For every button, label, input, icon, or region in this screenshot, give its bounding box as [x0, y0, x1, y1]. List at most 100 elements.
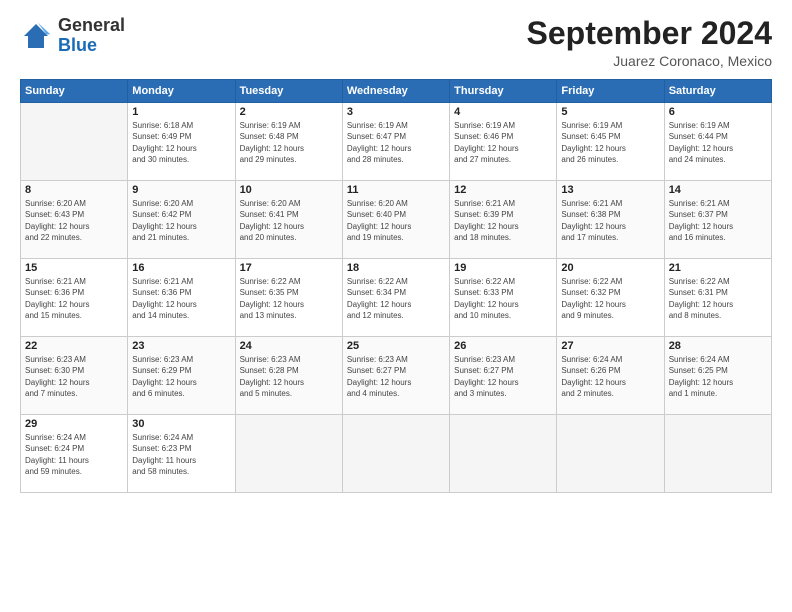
- day-info: Sunrise: 6:22 AM Sunset: 6:34 PM Dayligh…: [347, 276, 445, 321]
- logo-icon: [20, 20, 52, 52]
- table-row: 21 Sunrise: 6:22 AM Sunset: 6:31 PM Dayli…: [664, 259, 771, 337]
- day-number: 15: [25, 262, 123, 274]
- table-row: 6Sunrise: 6:19 AM Sunset: 6:44 PM Daylig…: [664, 103, 771, 181]
- day-info: Sunrise: 6:24 AM Sunset: 6:26 PM Dayligh…: [561, 354, 659, 399]
- table-row: 26 Sunrise: 6:23 AM Sunset: 6:27 PM Dayli…: [450, 337, 557, 415]
- day-info: Sunrise: 6:19 AM Sunset: 6:46 PM Dayligh…: [454, 120, 552, 165]
- title-block: September 2024 Juarez Coronaco, Mexico: [527, 16, 772, 69]
- table-row: 19Sunrise: 6:22 AM Sunset: 6:33 PM Dayli…: [450, 259, 557, 337]
- day-info: Sunrise: 6:23 AM Sunset: 6:28 PM Dayligh…: [240, 354, 338, 399]
- table-row: 14 Sunrise: 6:21 AM Sunset: 6:37 PM Dayli…: [664, 181, 771, 259]
- day-info: Sunrise: 6:24 AM Sunset: 6:23 PM Dayligh…: [132, 432, 230, 477]
- day-number: 16: [132, 262, 230, 274]
- location-subtitle: Juarez Coronaco, Mexico: [527, 53, 772, 69]
- day-info: Sunrise: 6:23 AM Sunset: 6:27 PM Dayligh…: [347, 354, 445, 399]
- table-row: 18 Sunrise: 6:22 AM Sunset: 6:34 PM Dayli…: [342, 259, 449, 337]
- table-row: [664, 415, 771, 493]
- day-number: 11: [347, 184, 445, 196]
- day-number: 14: [669, 184, 767, 196]
- table-row: 9 Sunrise: 6:20 AM Sunset: 6:42 PM Daylig…: [128, 181, 235, 259]
- day-number: 1: [132, 106, 230, 118]
- day-number: 9: [132, 184, 230, 196]
- table-row: 15 Sunrise: 6:21 AM Sunset: 6:36 PM Dayli…: [21, 259, 128, 337]
- day-info: Sunrise: 6:20 AM Sunset: 6:40 PM Dayligh…: [347, 198, 445, 243]
- day-number: 29: [25, 418, 123, 430]
- table-row: 24 Sunrise: 6:23 AM Sunset: 6:28 PM Dayli…: [235, 337, 342, 415]
- day-info: Sunrise: 6:20 AM Sunset: 6:43 PM Dayligh…: [25, 198, 123, 243]
- day-info: Sunrise: 6:22 AM Sunset: 6:31 PM Dayligh…: [669, 276, 767, 321]
- day-number: 10: [240, 184, 338, 196]
- table-row: 16 Sunrise: 6:21 AM Sunset: 6:36 PM Dayli…: [128, 259, 235, 337]
- table-row: 29 Sunrise: 6:24 AM Sunset: 6:24 PM Dayli…: [21, 415, 128, 493]
- table-row: 8 Sunrise: 6:20 AM Sunset: 6:43 PM Daylig…: [21, 181, 128, 259]
- day-info: Sunrise: 6:24 AM Sunset: 6:25 PM Dayligh…: [669, 354, 767, 399]
- table-row: 27 Sunrise: 6:24 AM Sunset: 6:26 PM Dayli…: [557, 337, 664, 415]
- table-row: 30 Sunrise: 6:24 AM Sunset: 6:23 PM Dayli…: [128, 415, 235, 493]
- table-row: 25 Sunrise: 6:23 AM Sunset: 6:27 PM Dayli…: [342, 337, 449, 415]
- day-number: 2: [240, 106, 338, 118]
- day-info: Sunrise: 6:22 AM Sunset: 6:32 PM Dayligh…: [561, 276, 659, 321]
- day-info: Sunrise: 6:19 AM Sunset: 6:47 PM Dayligh…: [347, 120, 445, 165]
- day-info: Sunrise: 6:21 AM Sunset: 6:37 PM Dayligh…: [669, 198, 767, 243]
- col-monday: Monday: [128, 80, 235, 103]
- table-row: 28 Sunrise: 6:24 AM Sunset: 6:25 PM Dayli…: [664, 337, 771, 415]
- day-info: Sunrise: 6:21 AM Sunset: 6:36 PM Dayligh…: [25, 276, 123, 321]
- day-number: 28: [669, 340, 767, 352]
- col-sunday: Sunday: [21, 80, 128, 103]
- day-info: Sunrise: 6:20 AM Sunset: 6:42 PM Dayligh…: [132, 198, 230, 243]
- day-number: 4: [454, 106, 552, 118]
- table-row: 11 Sunrise: 6:20 AM Sunset: 6:40 PM Dayli…: [342, 181, 449, 259]
- table-row: [450, 415, 557, 493]
- table-row: 10Sunrise: 6:20 AM Sunset: 6:41 PM Dayli…: [235, 181, 342, 259]
- day-info: Sunrise: 6:23 AM Sunset: 6:30 PM Dayligh…: [25, 354, 123, 399]
- day-number: 6: [669, 106, 767, 118]
- day-number: 26: [454, 340, 552, 352]
- day-number: 25: [347, 340, 445, 352]
- day-number: 12: [454, 184, 552, 196]
- day-number: 13: [561, 184, 659, 196]
- day-number: 20: [561, 262, 659, 274]
- day-info: Sunrise: 6:18 AM Sunset: 6:49 PM Dayligh…: [132, 120, 230, 165]
- day-info: Sunrise: 6:24 AM Sunset: 6:24 PM Dayligh…: [25, 432, 123, 477]
- col-saturday: Saturday: [664, 80, 771, 103]
- table-row: 17 Sunrise: 6:22 AM Sunset: 6:35 PM Dayli…: [235, 259, 342, 337]
- day-number: 21: [669, 262, 767, 274]
- day-info: Sunrise: 6:22 AM Sunset: 6:35 PM Dayligh…: [240, 276, 338, 321]
- table-row: 22 Sunrise: 6:23 AM Sunset: 6:30 PM Dayli…: [21, 337, 128, 415]
- day-info: Sunrise: 6:21 AM Sunset: 6:38 PM Dayligh…: [561, 198, 659, 243]
- day-number: 3: [347, 106, 445, 118]
- day-number: 18: [347, 262, 445, 274]
- day-number: 8: [25, 184, 123, 196]
- table-row: [342, 415, 449, 493]
- logo: General Blue: [20, 16, 125, 56]
- table-row: 5 Sunrise: 6:19 AM Sunset: 6:45 PM Daylig…: [557, 103, 664, 181]
- col-wednesday: Wednesday: [342, 80, 449, 103]
- day-info: Sunrise: 6:23 AM Sunset: 6:27 PM Dayligh…: [454, 354, 552, 399]
- table-row: 3 Sunrise: 6:19 AM Sunset: 6:47 PM Daylig…: [342, 103, 449, 181]
- table-row: 20 Sunrise: 6:22 AM Sunset: 6:32 PM Dayli…: [557, 259, 664, 337]
- table-row: 12 Sunrise: 6:21 AM Sunset: 6:39 PM Dayli…: [450, 181, 557, 259]
- day-number: 30: [132, 418, 230, 430]
- day-info: Sunrise: 6:19 AM Sunset: 6:48 PM Dayligh…: [240, 120, 338, 165]
- day-number: 22: [25, 340, 123, 352]
- table-row: 4 Sunrise: 6:19 AM Sunset: 6:46 PM Daylig…: [450, 103, 557, 181]
- day-info: Sunrise: 6:21 AM Sunset: 6:39 PM Dayligh…: [454, 198, 552, 243]
- table-row: 23Sunrise: 6:23 AM Sunset: 6:29 PM Dayli…: [128, 337, 235, 415]
- day-info: Sunrise: 6:19 AM Sunset: 6:45 PM Dayligh…: [561, 120, 659, 165]
- table-row: 1 Sunrise: 6:18 AM Sunset: 6:49 PM Daylig…: [128, 103, 235, 181]
- logo-text: General Blue: [58, 16, 125, 56]
- month-title: September 2024: [527, 16, 772, 51]
- table-row: [21, 103, 128, 181]
- day-number: 17: [240, 262, 338, 274]
- calendar-table: Sunday Monday Tuesday Wednesday Thursday…: [20, 79, 772, 493]
- col-thursday: Thursday: [450, 80, 557, 103]
- col-friday: Friday: [557, 80, 664, 103]
- table-row: 2 Sunrise: 6:19 AM Sunset: 6:48 PM Daylig…: [235, 103, 342, 181]
- table-row: [235, 415, 342, 493]
- day-number: 5: [561, 106, 659, 118]
- day-number: 27: [561, 340, 659, 352]
- day-number: 24: [240, 340, 338, 352]
- day-info: Sunrise: 6:22 AM Sunset: 6:33 PM Dayligh…: [454, 276, 552, 321]
- day-info: Sunrise: 6:21 AM Sunset: 6:36 PM Dayligh…: [132, 276, 230, 321]
- col-tuesday: Tuesday: [235, 80, 342, 103]
